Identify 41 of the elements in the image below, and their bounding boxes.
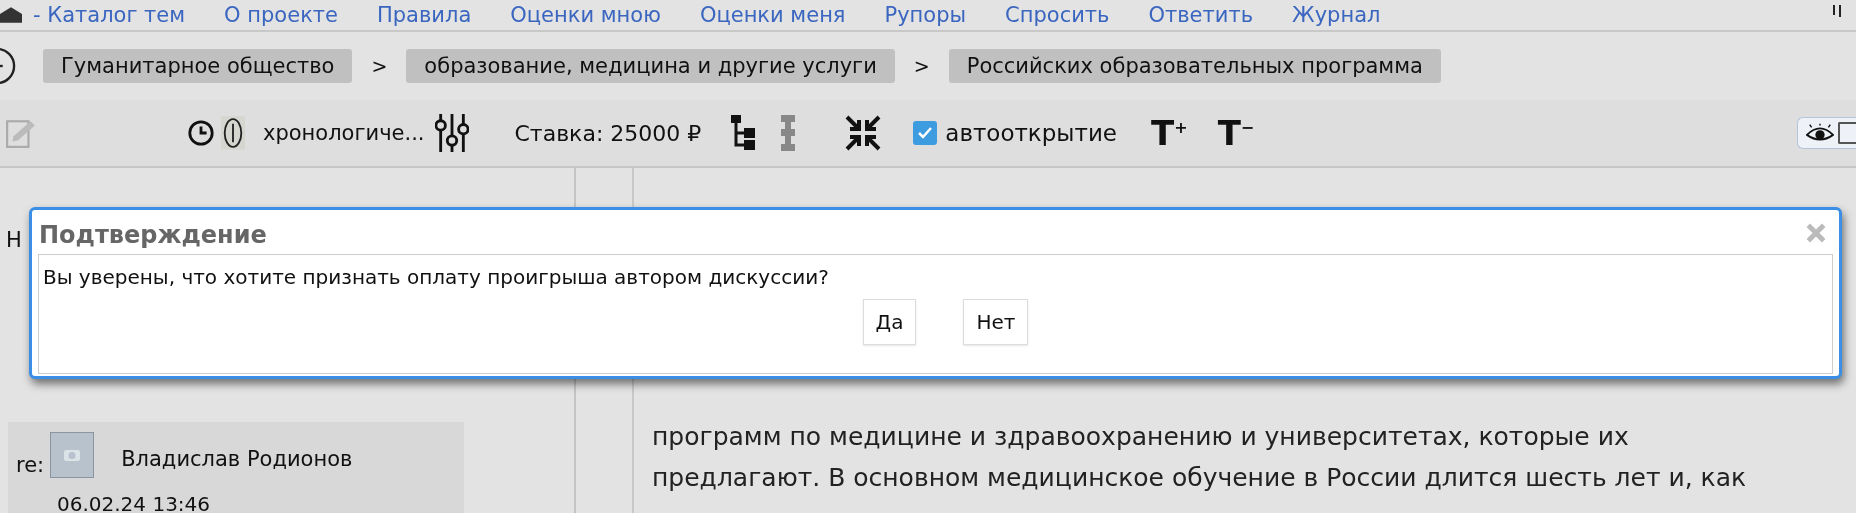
font-increase-button[interactable]: T$^{+}$	[1147, 113, 1192, 153]
avatar-icon	[50, 432, 95, 478]
breadcrumb-separator: >	[913, 55, 930, 77]
tape-icon[interactable]	[221, 116, 245, 150]
visibility-checkbox[interactable]	[1838, 122, 1856, 144]
nav-link[interactable]: О проекте	[224, 3, 338, 27]
autoopen-label: автооткрытие	[945, 120, 1118, 146]
article-text: предлагают. В основном медицинское обучение в России длится шесть лет и, как	[652, 462, 1747, 494]
clock-icon[interactable]	[187, 119, 215, 147]
column-icon[interactable]	[781, 115, 796, 151]
home-icon[interactable]	[0, 7, 22, 23]
nav-link[interactable]: Журнал	[1292, 3, 1381, 27]
article-text: программ по медицине и здравоохранению и университетах, которые их	[652, 421, 1630, 453]
tree-icon[interactable]	[731, 115, 756, 151]
nav-link[interactable]: Спросить	[1005, 3, 1110, 27]
nav-link[interactable]: Ответить	[1148, 3, 1254, 27]
nav-link[interactable]: Правила	[377, 3, 472, 27]
dialog-button[interactable]: Да	[862, 299, 917, 345]
stake-label: Ставка: 25000 ₽	[514, 120, 702, 146]
collapse-icon[interactable]	[845, 115, 882, 151]
dialog-title: Подтверждение	[39, 221, 267, 249]
breadcrumb[interactable]: Гуманитарное общество	[43, 49, 353, 83]
sidebar-text: Н	[6, 228, 22, 252]
eye-icon[interactable]	[1806, 123, 1834, 143]
breadcrumb[interactable]: Российских образовательных программа	[948, 49, 1441, 83]
font-decrease-button[interactable]: T$^{−}$	[1213, 113, 1259, 153]
post-date: 06.02.24 13:46	[57, 492, 212, 513]
post-card[interactable]: re: Владислав Родионов 06.02.24 13:46	[8, 422, 464, 513]
breadcrumb-separator: >	[371, 55, 388, 77]
nav-link[interactable]: - Каталог тем	[33, 3, 186, 27]
dialog-button[interactable]: Нет	[963, 299, 1029, 345]
nav-link[interactable]: Оценки меня	[699, 3, 846, 27]
autoopen-checkbox[interactable]	[913, 121, 938, 145]
reply-prefix: re:	[16, 453, 45, 477]
sliders-icon[interactable]	[434, 113, 469, 153]
nav-link[interactable]: Рупоры	[884, 3, 967, 27]
post-author[interactable]: Владислав Родионов	[121, 447, 353, 471]
breadcrumb[interactable]: образование, медицина и другие услуги	[406, 49, 895, 83]
nav-link[interactable]: Оценки мною	[510, 3, 661, 27]
dialog-message: Вы уверены, что хотите признать оплату проигрыша автором дискуссии?	[42, 264, 830, 291]
sort-label[interactable]: хронологиче...	[263, 121, 425, 145]
